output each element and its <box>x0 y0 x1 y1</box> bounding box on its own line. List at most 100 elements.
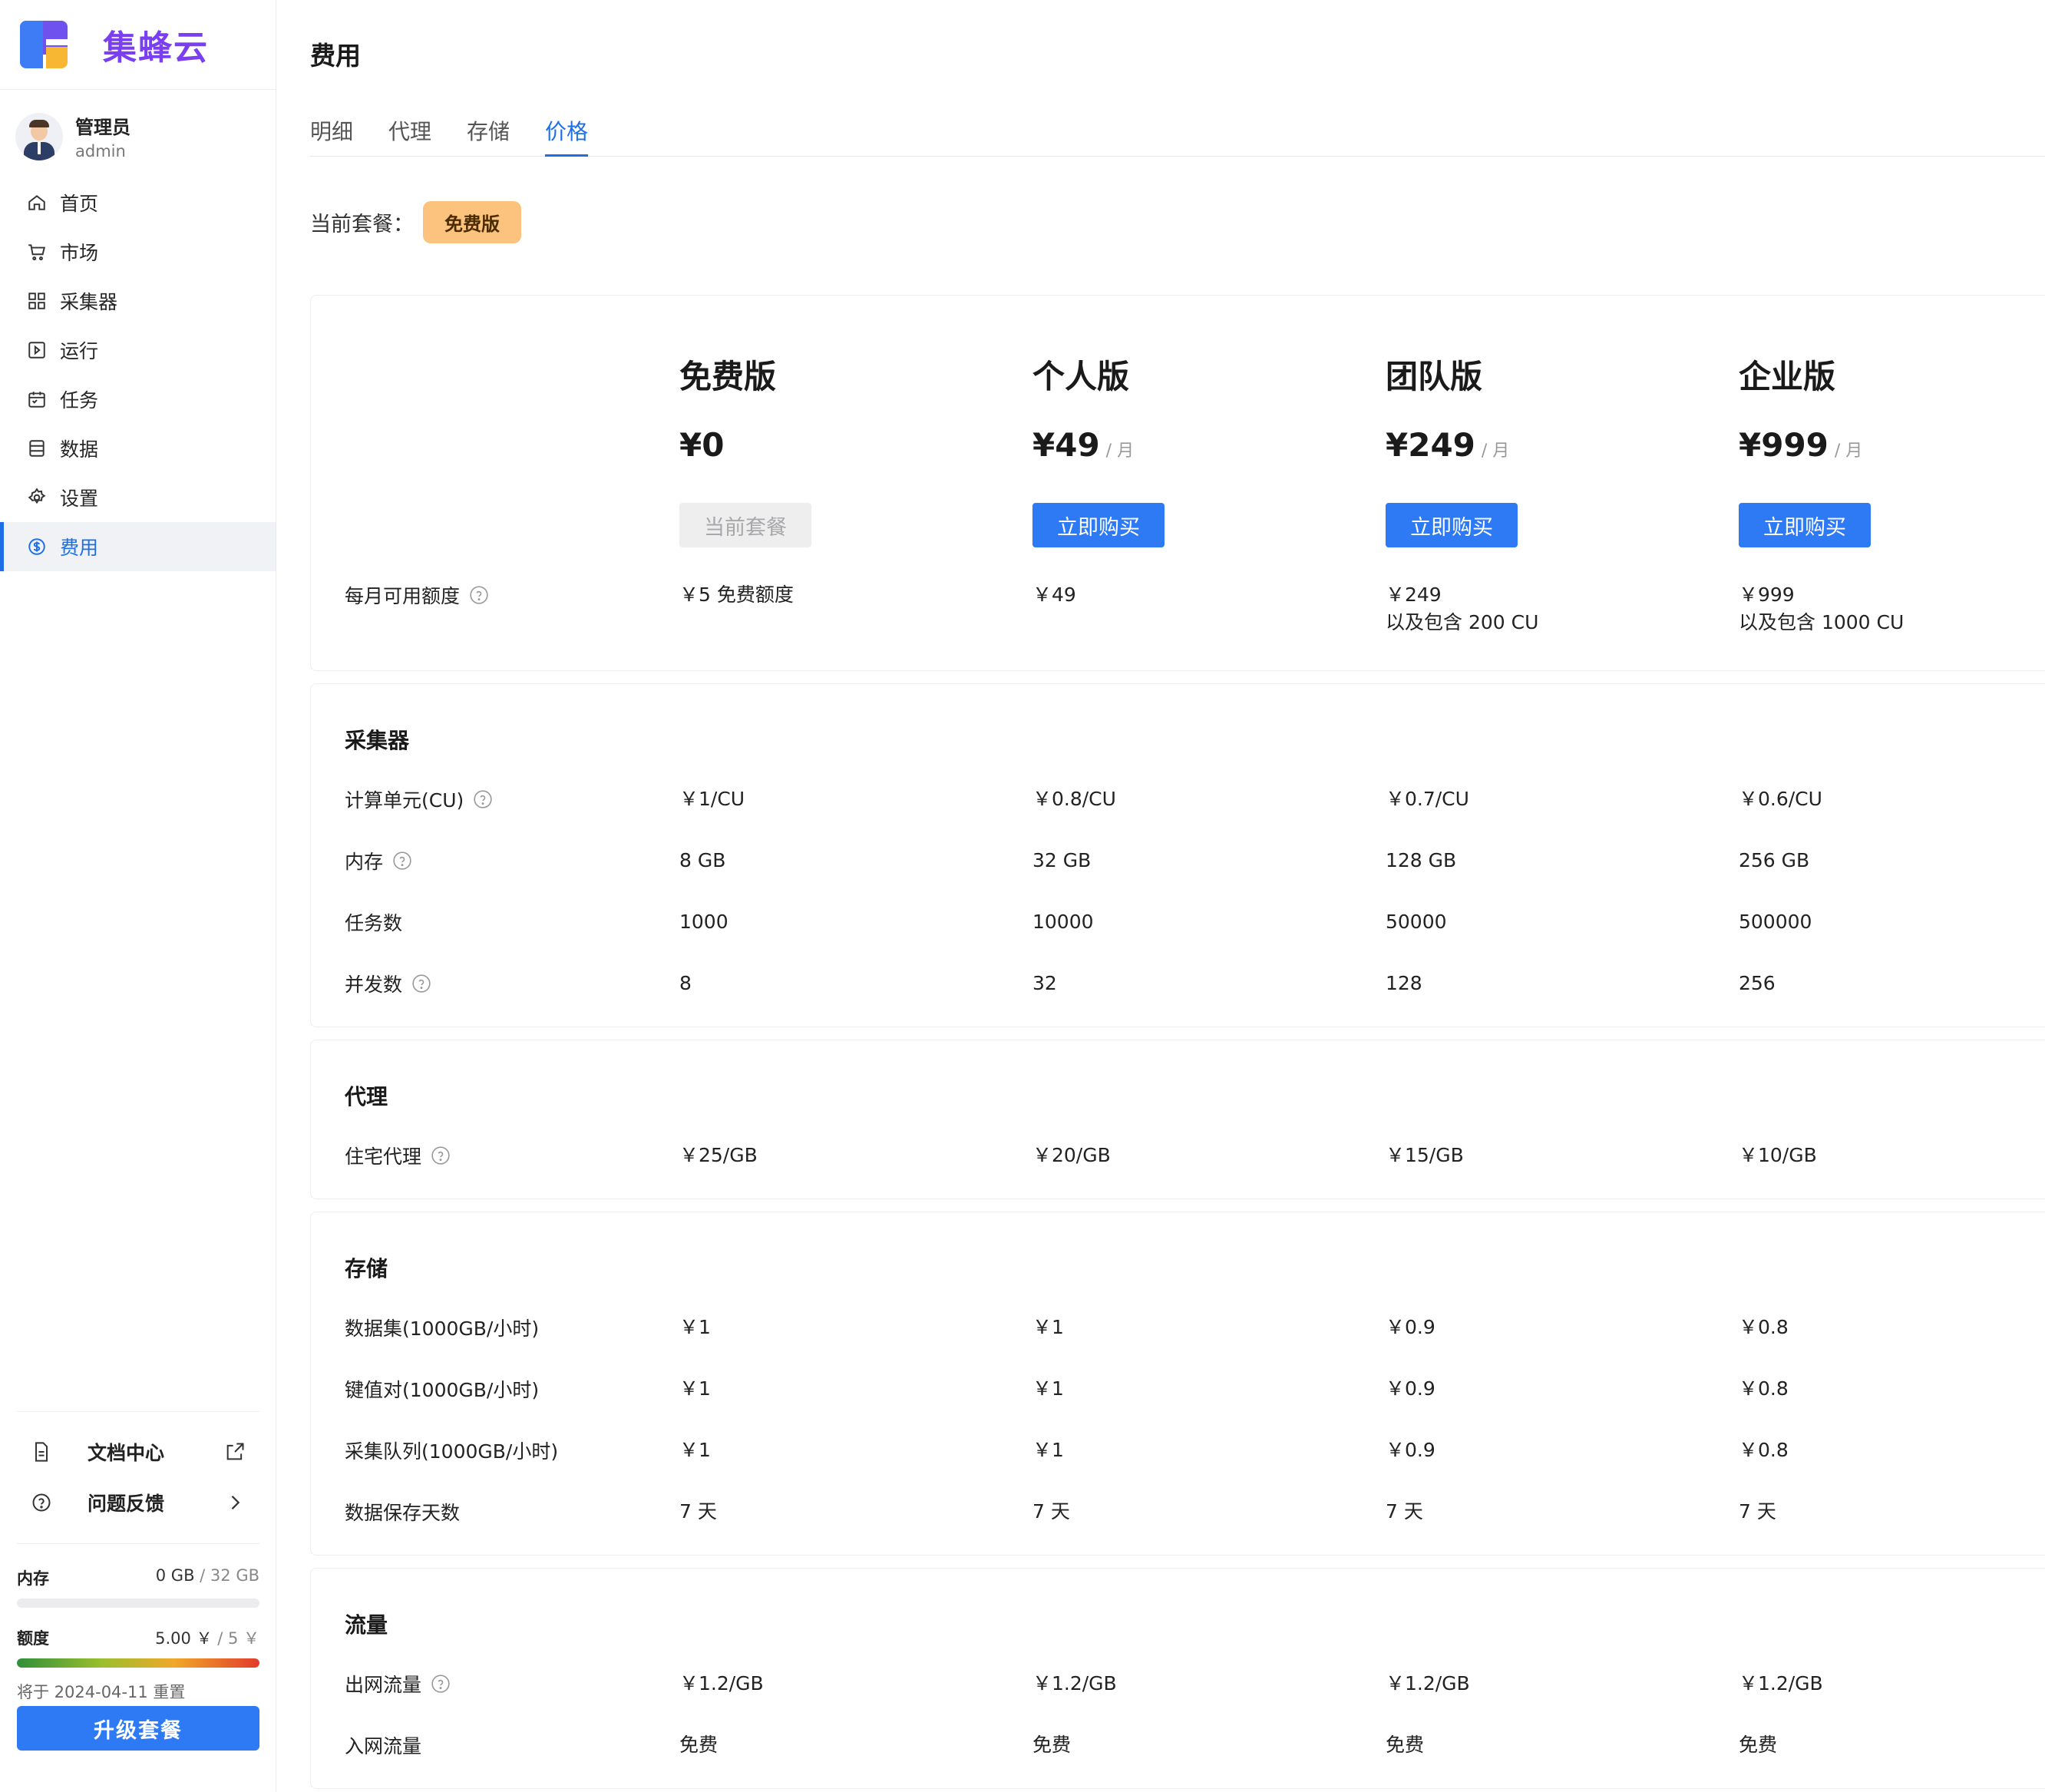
table-cell: ￥1/CU <box>679 788 745 810</box>
page-title: 费用 <box>310 41 361 71</box>
plan-name-free: 免费版 <box>679 358 777 395</box>
row-label-text: 任务数 <box>345 912 403 934</box>
gear-icon <box>26 487 48 508</box>
row-label-text: 并发数 <box>345 974 403 996</box>
quota-cell-personal: ￥49 <box>1032 581 1076 609</box>
table-cell: ￥1 <box>679 1377 711 1400</box>
usage-panel: 内存 0 GB / 32 GB 额度 5.00 ￥ / 5 ￥ 将于 2024-… <box>17 1566 259 1703</box>
row-label: 任务数 <box>345 908 402 936</box>
table-cell: ￥1 <box>1032 1316 1064 1338</box>
proxy-section: 代理 住宅代理 ￥25/GB ￥20/GB ￥15/GB ￥10/GB <box>310 1040 2045 1199</box>
table-cell: 1000 <box>679 911 728 933</box>
table-cell: 免费 <box>679 1734 719 1756</box>
plan-price-period: / 月 <box>1105 441 1135 461</box>
table-cell: 128 GB <box>1386 849 1457 871</box>
sidebar-item-run[interactable]: 运行 <box>0 326 276 375</box>
sidebar-item-label: 首页 <box>60 193 99 215</box>
sidebar-item-collector[interactable]: 采集器 <box>0 276 276 326</box>
quota-line: ￥49 <box>1032 584 1076 606</box>
quota-usage-bar <box>17 1658 259 1668</box>
row-label-text: 内存 <box>345 851 384 873</box>
sidebar-divider <box>0 89 276 90</box>
table-cell: ￥25/GB <box>679 1144 758 1166</box>
table-cell: 7 天 <box>1032 1500 1070 1523</box>
quota-used: 5.00 ￥ <box>155 1629 213 1648</box>
help-icon[interactable] <box>392 851 412 871</box>
quota-cell-team: ￥249 以及包含 200 CU <box>1386 581 1538 636</box>
plan-price-free: ¥0 <box>679 426 724 464</box>
quota-line: ￥999 <box>1739 584 1795 606</box>
table-cell: ￥1 <box>679 1316 711 1338</box>
sidebar-item-home[interactable]: 首页 <box>0 178 276 227</box>
plan-name-team: 团队版 <box>1386 358 1483 395</box>
help-icon[interactable] <box>411 974 431 994</box>
sidebar-item-data[interactable]: 数据 <box>0 424 276 473</box>
traffic-section: 流量 出网流量 ￥1.2/GB ￥1.2/GB ￥1.2/GB ￥1.2/GB 入网流量 免… <box>310 1568 2045 1789</box>
sidebar-item-settings[interactable]: 设置 <box>0 473 276 522</box>
help-icon[interactable] <box>431 1674 451 1694</box>
sidebar-nav: 首页 市场 采集器 运行 任务 数据 设置 费用 <box>0 178 276 571</box>
memory-usage-row: 内存 0 GB / 32 GB <box>17 1566 259 1589</box>
sidebar-divider <box>17 1543 259 1544</box>
tab-storage[interactable]: 存储 <box>467 115 510 157</box>
help-icon[interactable] <box>473 789 493 809</box>
sidebar-item-billing[interactable]: 费用 <box>0 522 276 571</box>
tab-details[interactable]: 明细 <box>310 115 353 157</box>
table-cell: ￥1.2/GB <box>1386 1672 1470 1694</box>
sidebar-item-tasks[interactable]: 任务 <box>0 375 276 424</box>
plan-price-period: / 月 <box>1481 441 1510 461</box>
feedback-link[interactable]: 问题反馈 <box>31 1483 246 1522</box>
table-cell: 32 GB <box>1032 849 1092 871</box>
sidebar: 集蜂云 管理员 admin 首页 市场 采集器 运行 任务 数据 设置 费用 文… <box>0 0 276 1792</box>
table-cell: ￥0.8 <box>1739 1316 1789 1338</box>
plan-name-enterprise: 企业版 <box>1739 358 1836 395</box>
docs-link[interactable]: 文档中心 <box>31 1433 246 1471</box>
play-box-icon <box>26 339 48 361</box>
user-profile[interactable]: 管理员 admin <box>15 112 130 160</box>
tab-pricing[interactable]: 价格 <box>545 115 589 157</box>
tab-proxy[interactable]: 代理 <box>388 115 431 157</box>
quota-line: ￥249 <box>1386 584 1442 606</box>
help-icon[interactable] <box>431 1146 451 1165</box>
section-title: 代理 <box>345 1084 388 1109</box>
quota-usage-row: 额度 5.00 ￥ / 5 ￥ <box>17 1626 259 1649</box>
upgrade-plan-button[interactable]: 升级套餐 <box>17 1706 259 1751</box>
row-label-text: 计算单元(CU) <box>345 789 464 812</box>
collector-section: 采集器 计算单元(CU) ￥1/CU ￥0.8/CU ￥0.7/CU ￥0.6/CU 内存… <box>310 683 2045 1027</box>
table-cell: 免费 <box>1032 1734 1072 1756</box>
buy-enterprise-button[interactable]: 立即购买 <box>1739 503 1871 547</box>
table-cell: 7 天 <box>1739 1500 1776 1523</box>
quota-line-extra: 以及包含 200 CU <box>1386 611 1539 633</box>
app-root: 集蜂云 管理员 admin 首页 市场 采集器 运行 任务 数据 设置 费用 文… <box>0 0 2045 1792</box>
row-label: 住宅代理 <box>345 1142 451 1169</box>
table-cell: 7 天 <box>1386 1500 1423 1523</box>
sidebar-item-market[interactable]: 市场 <box>0 227 276 276</box>
sidebar-item-label: 设置 <box>60 488 99 510</box>
table-cell: ￥0.8 <box>1739 1377 1789 1400</box>
buy-team-button[interactable]: 立即购买 <box>1386 503 1518 547</box>
brand-logo[interactable]: 集蜂云 <box>20 20 209 69</box>
row-label: 采集队列(1000GB/小时) <box>345 1437 558 1464</box>
plan-price-period: / 月 <box>1834 441 1863 461</box>
buy-personal-button[interactable]: 立即购买 <box>1032 503 1165 547</box>
tab-bar: 明细 代理 存储 价格 <box>310 115 2045 157</box>
cart-icon <box>26 241 48 263</box>
external-link-icon <box>226 1443 244 1460</box>
table-cell: 免费 <box>1739 1734 1778 1756</box>
plan-price-personal: ¥49 / 月 <box>1032 426 1134 464</box>
table-cell: ￥0.7/CU <box>1386 788 1469 810</box>
help-icon[interactable] <box>469 585 489 605</box>
sidebar-item-label: 数据 <box>60 438 99 461</box>
row-label-text: 入网流量 <box>345 1735 422 1757</box>
sidebar-item-label: 运行 <box>60 340 99 362</box>
row-label: 内存 <box>345 847 412 875</box>
table-cell: ￥0.8 <box>1739 1439 1789 1461</box>
quota-cell-free: ￥5 免费额度 <box>679 581 794 609</box>
table-cell: 10000 <box>1032 911 1094 933</box>
row-label-text: 数据集(1000GB/小时) <box>345 1318 540 1340</box>
section-title: 流量 <box>345 1612 388 1638</box>
main-content: 费用 明细 代理 存储 价格 当前套餐： 免费版 免费版 个人版 团队版 企业版… <box>276 0 2045 1792</box>
row-label: 键值对(1000GB/小时) <box>345 1375 539 1403</box>
table-cell: ￥1.2/GB <box>679 1672 764 1694</box>
table-cell: 50000 <box>1386 911 1447 933</box>
